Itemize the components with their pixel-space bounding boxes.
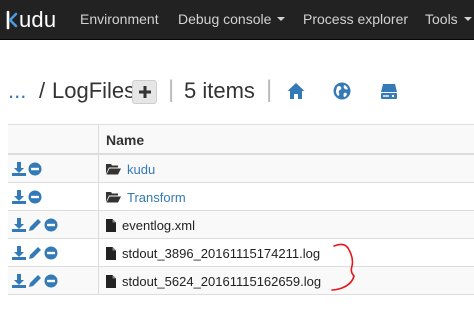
- nav-tools-label: Tools: [425, 11, 458, 27]
- nav-process-explorer[interactable]: Process explorer: [303, 0, 408, 40]
- divider: |: [266, 76, 273, 103]
- home-icon[interactable]: [287, 82, 305, 100]
- top-navbar: udu Environment Debug console Process ex…: [0, 0, 474, 40]
- file-icon: [106, 218, 116, 232]
- download-icon[interactable]: [12, 246, 26, 260]
- chevron-down-icon: [277, 17, 286, 22]
- minus-circle-icon[interactable]: [44, 274, 58, 288]
- hdd-icon[interactable]: [380, 82, 398, 100]
- column-divider: [98, 267, 99, 294]
- table-row: stdout_5624_20161115162659.log: [8, 267, 474, 295]
- kudu-logo-icon: [6, 10, 18, 30]
- table-row: kudu: [8, 155, 474, 183]
- nav-tools[interactable]: Tools: [425, 0, 472, 40]
- file-icon: [106, 274, 116, 288]
- pencil-icon[interactable]: [28, 246, 42, 260]
- plus-icon: [139, 86, 151, 98]
- column-divider: [98, 155, 99, 182]
- column-divider: [98, 183, 99, 210]
- download-icon[interactable]: [12, 190, 26, 204]
- path-bar: ... / LogFiles | 5 items |: [8, 74, 474, 108]
- path-parent-link[interactable]: ...: [8, 77, 26, 105]
- column-header-name[interactable]: Name: [106, 132, 144, 148]
- pencil-icon[interactable]: [28, 274, 42, 288]
- new-item-button[interactable]: [132, 80, 157, 104]
- minus-circle-icon[interactable]: [28, 190, 42, 204]
- row-name-cell: stdout_3896_20161115174211.log: [106, 239, 320, 267]
- folder-open-icon: [106, 192, 121, 203]
- column-divider: [98, 125, 99, 153]
- row-name-cell: kudu: [106, 155, 155, 183]
- minus-circle-icon[interactable]: [28, 162, 42, 176]
- row-name-cell: stdout_5624_20161115162659.log: [106, 267, 321, 295]
- download-icon[interactable]: [12, 218, 26, 232]
- file-name[interactable]: stdout_5624_20161115162659.log: [122, 274, 321, 289]
- brand-text: udu: [19, 7, 57, 32]
- column-divider: [98, 239, 99, 266]
- minus-circle-icon[interactable]: [44, 246, 58, 260]
- download-icon[interactable]: [12, 162, 26, 176]
- download-icon[interactable]: [12, 274, 26, 288]
- column-divider: [98, 211, 99, 238]
- folder-open-icon: [106, 164, 121, 175]
- file-table: Name kudu Transform eventlog.xml stdout_…: [8, 124, 474, 295]
- row-actions: [12, 162, 44, 176]
- table-header: Name: [8, 125, 474, 155]
- table-row: eventlog.xml: [8, 211, 474, 239]
- row-name-cell: eventlog.xml: [106, 211, 195, 239]
- kudu-brand[interactable]: udu: [6, 7, 56, 33]
- table-row: Transform: [8, 183, 474, 211]
- chevron-down-icon: [463, 17, 472, 22]
- nav-debug-console[interactable]: Debug console: [178, 0, 286, 40]
- annotation-bracket: [331, 243, 355, 291]
- nav-environment[interactable]: Environment: [80, 0, 159, 40]
- row-actions: [12, 246, 60, 260]
- pencil-icon[interactable]: [28, 218, 42, 232]
- divider: |: [168, 76, 175, 103]
- file-name[interactable]: stdout_3896_20161115174211.log: [122, 246, 320, 261]
- folder-link[interactable]: Transform: [127, 190, 186, 205]
- globe-icon[interactable]: [333, 82, 351, 100]
- row-actions: [12, 218, 60, 232]
- folder-link[interactable]: kudu: [127, 162, 155, 177]
- file-icon: [106, 246, 116, 260]
- minus-circle-icon[interactable]: [44, 218, 58, 232]
- row-actions: [12, 274, 60, 288]
- file-name[interactable]: eventlog.xml: [122, 218, 195, 233]
- items-count: 5 items: [184, 78, 255, 103]
- path-separator: /: [39, 78, 46, 103]
- row-actions: [12, 190, 44, 204]
- table-row: stdout_3896_20161115174211.log: [8, 239, 474, 267]
- current-folder-name: LogFiles: [52, 78, 136, 103]
- row-name-cell: Transform: [106, 183, 186, 211]
- nav-debug-console-label: Debug console: [178, 11, 272, 27]
